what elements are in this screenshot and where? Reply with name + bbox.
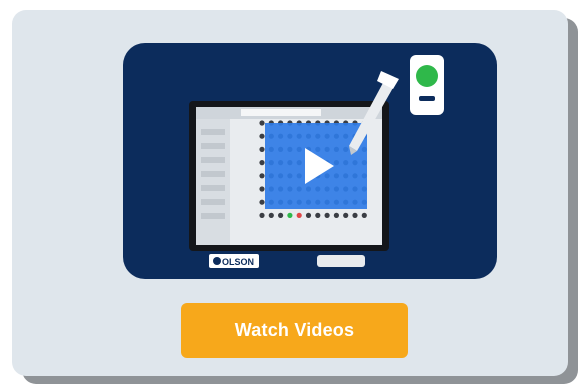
- app-sidebar: [196, 119, 230, 245]
- well-dot: [259, 173, 265, 179]
- well-dot: [324, 212, 330, 218]
- svg-text:OLSON: OLSON: [222, 257, 254, 267]
- well-dot: [259, 146, 265, 152]
- video-thumbnail-illustration: OLSON: [123, 43, 497, 279]
- watch-videos-button[interactable]: Watch Videos: [181, 303, 408, 358]
- well-dot: [259, 120, 265, 126]
- well-dot: [259, 186, 265, 192]
- well-dot: [305, 212, 312, 218]
- remote-device-icon: [410, 55, 444, 115]
- well-dot: [268, 212, 274, 218]
- well-dot: [259, 133, 265, 139]
- well-dot: [287, 212, 293, 218]
- video-thumbnail[interactable]: OLSON: [123, 43, 497, 279]
- app-search-bar: [241, 109, 321, 116]
- well-dot: [259, 199, 265, 205]
- well-dot: [352, 212, 358, 218]
- well-dot: [259, 160, 265, 166]
- well-dot: [296, 212, 302, 218]
- well-dot: [315, 212, 321, 218]
- well-dot: [343, 212, 349, 218]
- video-card: OLSON Watch Videos: [12, 10, 568, 376]
- monitor-base: [317, 255, 365, 267]
- well-dot: [333, 212, 339, 218]
- olson-logo: OLSON: [209, 254, 259, 268]
- well-dot: [361, 212, 367, 218]
- well-dot: [259, 212, 265, 218]
- well-dot: [278, 212, 284, 218]
